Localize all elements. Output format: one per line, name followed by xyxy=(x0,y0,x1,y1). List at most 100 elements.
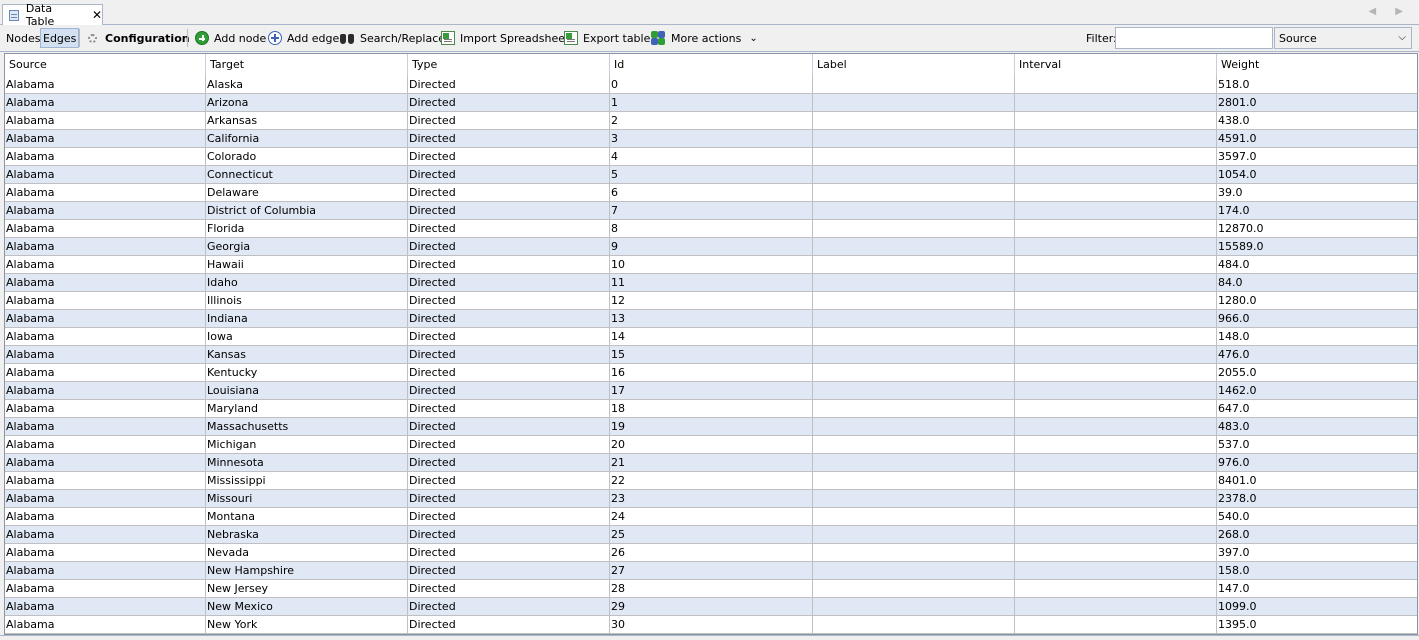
cell-target[interactable]: Connecticut xyxy=(206,166,408,183)
cell-label[interactable] xyxy=(813,346,1015,363)
cell-target[interactable]: Delaware xyxy=(206,184,408,201)
cell-id[interactable]: 22 xyxy=(610,472,813,489)
cell-source[interactable]: Alabama xyxy=(5,382,206,399)
table-row[interactable]: Alabama Massachusetts Directed 19 483.0 xyxy=(5,418,1417,436)
table-row[interactable]: Alabama Mississippi Directed 22 8401.0 xyxy=(5,472,1417,490)
cell-source[interactable]: Alabama xyxy=(5,238,206,255)
table-row[interactable]: Alabama Connecticut Directed 5 1054.0 xyxy=(5,166,1417,184)
cell-interval[interactable] xyxy=(1015,508,1217,525)
table-row[interactable]: Alabama Illinois Directed 12 1280.0 xyxy=(5,292,1417,310)
cell-id[interactable]: 27 xyxy=(610,562,813,579)
more-actions-button[interactable]: More actions ⌄ xyxy=(651,25,758,51)
cell-source[interactable]: Alabama xyxy=(5,508,206,525)
cell-type[interactable]: Directed xyxy=(408,238,610,255)
table-row[interactable]: Alabama Minnesota Directed 21 976.0 xyxy=(5,454,1417,472)
cell-type[interactable]: Directed xyxy=(408,616,610,633)
search-replace-button[interactable]: Search/Replace xyxy=(339,25,445,51)
cell-label[interactable] xyxy=(813,76,1015,93)
cell-id[interactable]: 11 xyxy=(610,274,813,291)
cell-label[interactable] xyxy=(813,130,1015,147)
cell-label[interactable] xyxy=(813,616,1015,633)
cell-weight[interactable]: 537.0 xyxy=(1217,436,1417,453)
cell-type[interactable]: Directed xyxy=(408,76,610,93)
cell-type[interactable]: Directed xyxy=(408,508,610,525)
cell-interval[interactable] xyxy=(1015,454,1217,471)
cell-interval[interactable] xyxy=(1015,400,1217,417)
cell-source[interactable]: Alabama xyxy=(5,112,206,129)
cell-interval[interactable] xyxy=(1015,526,1217,543)
cell-target[interactable]: District of Columbia xyxy=(206,202,408,219)
cell-source[interactable]: Alabama xyxy=(5,490,206,507)
cell-label[interactable] xyxy=(813,292,1015,309)
cell-interval[interactable] xyxy=(1015,382,1217,399)
table-row[interactable]: Alabama Delaware Directed 6 39.0 xyxy=(5,184,1417,202)
cell-id[interactable]: 8 xyxy=(610,220,813,237)
cell-interval[interactable] xyxy=(1015,130,1217,147)
cell-id[interactable]: 9 xyxy=(610,238,813,255)
cell-label[interactable] xyxy=(813,310,1015,327)
cell-source[interactable]: Alabama xyxy=(5,256,206,273)
column-header-source[interactable]: Source xyxy=(5,54,206,76)
cell-label[interactable] xyxy=(813,184,1015,201)
cell-target[interactable]: Arizona xyxy=(206,94,408,111)
table-row[interactable]: Alabama Hawaii Directed 10 484.0 xyxy=(5,256,1417,274)
cell-target[interactable]: Iowa xyxy=(206,328,408,345)
configuration-button[interactable]: Configuration xyxy=(88,25,190,51)
table-row[interactable]: Alabama Arkansas Directed 2 438.0 xyxy=(5,112,1417,130)
cell-type[interactable]: Directed xyxy=(408,220,610,237)
cell-weight[interactable]: 8401.0 xyxy=(1217,472,1417,489)
cell-source[interactable]: Alabama xyxy=(5,202,206,219)
cell-label[interactable] xyxy=(813,580,1015,597)
table-row[interactable]: Alabama Missouri Directed 23 2378.0 xyxy=(5,490,1417,508)
table-row[interactable]: Alabama Iowa Directed 14 148.0 xyxy=(5,328,1417,346)
cell-interval[interactable] xyxy=(1015,310,1217,327)
table-row[interactable]: Alabama Idaho Directed 11 84.0 xyxy=(5,274,1417,292)
cell-label[interactable] xyxy=(813,490,1015,507)
cell-target[interactable]: Louisiana xyxy=(206,382,408,399)
cell-label[interactable] xyxy=(813,202,1015,219)
cell-interval[interactable] xyxy=(1015,112,1217,129)
cell-type[interactable]: Directed xyxy=(408,292,610,309)
cell-source[interactable]: Alabama xyxy=(5,454,206,471)
table-row[interactable]: Alabama Louisiana Directed 17 1462.0 xyxy=(5,382,1417,400)
cell-target[interactable]: New Hampshire xyxy=(206,562,408,579)
cell-target[interactable]: New Jersey xyxy=(206,580,408,597)
cell-weight[interactable]: 4591.0 xyxy=(1217,130,1417,147)
cell-source[interactable]: Alabama xyxy=(5,526,206,543)
cell-source[interactable]: Alabama xyxy=(5,184,206,201)
column-header-id[interactable]: Id xyxy=(610,54,813,76)
cell-source[interactable]: Alabama xyxy=(5,364,206,381)
cell-target[interactable]: Montana xyxy=(206,508,408,525)
cell-interval[interactable] xyxy=(1015,490,1217,507)
cell-weight[interactable]: 647.0 xyxy=(1217,400,1417,417)
table-row[interactable]: Alabama Michigan Directed 20 537.0 xyxy=(5,436,1417,454)
cell-target[interactable]: Minnesota xyxy=(206,454,408,471)
table-row[interactable]: Alabama Nebraska Directed 25 268.0 xyxy=(5,526,1417,544)
cell-type[interactable]: Directed xyxy=(408,256,610,273)
cell-type[interactable]: Directed xyxy=(408,130,610,147)
cell-source[interactable]: Alabama xyxy=(5,76,206,93)
cell-id[interactable]: 26 xyxy=(610,544,813,561)
cell-source[interactable]: Alabama xyxy=(5,346,206,363)
cell-id[interactable]: 18 xyxy=(610,400,813,417)
cell-source[interactable]: Alabama xyxy=(5,418,206,435)
cell-label[interactable] xyxy=(813,148,1015,165)
cell-id[interactable]: 5 xyxy=(610,166,813,183)
cell-type[interactable]: Directed xyxy=(408,562,610,579)
cell-label[interactable] xyxy=(813,166,1015,183)
cell-weight[interactable]: 540.0 xyxy=(1217,508,1417,525)
cell-id[interactable]: 2 xyxy=(610,112,813,129)
cell-interval[interactable] xyxy=(1015,562,1217,579)
table-row[interactable]: Alabama Arizona Directed 1 2801.0 xyxy=(5,94,1417,112)
table-row[interactable]: Alabama Alaska Directed 0 518.0 xyxy=(5,76,1417,94)
cell-label[interactable] xyxy=(813,472,1015,489)
cell-weight[interactable]: 484.0 xyxy=(1217,256,1417,273)
cell-weight[interactable]: 39.0 xyxy=(1217,184,1417,201)
cell-type[interactable]: Directed xyxy=(408,184,610,201)
cell-source[interactable]: Alabama xyxy=(5,580,206,597)
cell-id[interactable]: 15 xyxy=(610,346,813,363)
cell-source[interactable]: Alabama xyxy=(5,274,206,291)
cell-id[interactable]: 1 xyxy=(610,94,813,111)
cell-type[interactable]: Directed xyxy=(408,166,610,183)
cell-type[interactable]: Directed xyxy=(408,346,610,363)
